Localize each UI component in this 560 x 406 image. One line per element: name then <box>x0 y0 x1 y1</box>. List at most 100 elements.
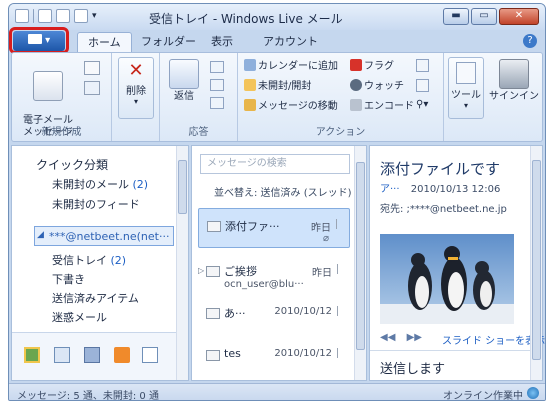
quick-views-header[interactable]: クイック分類 <box>36 156 108 173</box>
message-subject: tes <box>224 347 241 360</box>
flag-icon[interactable] <box>337 306 347 316</box>
junk-item[interactable]: 迷惑メール <box>52 309 107 325</box>
window-title: 受信トレイ - Windows Live メール <box>149 12 343 26</box>
unread-read-label: 未開封/開封 <box>258 81 312 92</box>
mail-module-icon[interactable] <box>24 347 40 363</box>
previous-icon[interactable]: ◀◀ <box>380 332 395 343</box>
move-message-button[interactable]: メッセージの移動 <box>244 99 338 114</box>
reply-qat-icon[interactable] <box>56 9 70 23</box>
reply-button[interactable]: 返信 <box>166 59 202 103</box>
sort-label[interactable]: 並べ替え: 送信済み (スレッド) <box>214 184 352 199</box>
contacts-module-icon[interactable] <box>84 347 100 363</box>
new-message-qat-icon[interactable] <box>38 9 52 23</box>
window-controls: ▬ ▭ ✕ <box>443 8 539 25</box>
envelope-icon <box>206 350 220 361</box>
tools-label: ツール <box>451 90 481 101</box>
document-icon[interactable] <box>416 79 429 92</box>
reading-scrollbar[interactable] <box>530 146 542 380</box>
unread-read-button[interactable]: 未開封/開封 <box>244 79 311 94</box>
ribbon-group-new-label: 新規作成 <box>41 127 82 138</box>
tab-view[interactable]: 表示 <box>201 32 243 52</box>
ribbon-group-tools: ツール ▾ サインイン <box>444 53 542 141</box>
status-online[interactable]: オンライン作業中 <box>443 387 523 400</box>
account-name: ***@netbeet.ne(net··· <box>49 230 170 243</box>
unread-feeds-item[interactable]: 未開封のフィード <box>52 196 140 212</box>
envelope-icon <box>206 308 220 319</box>
account-item[interactable]: ◢ ***@netbeet.ne(net··· <box>34 226 174 246</box>
flag-icon[interactable] <box>337 264 347 274</box>
status-message-count: メッセージ: 5 通、未開封: 0 通 <box>17 391 159 401</box>
reading-header-line: ア··· 2010/10/13 12:06 <box>380 180 500 195</box>
minimize-button[interactable]: ▬ <box>443 8 469 25</box>
search-input[interactable]: メッセージの検索 <box>200 154 350 174</box>
reading-subject: 添付ファイルです <box>380 160 501 178</box>
close-button[interactable]: ✕ <box>499 8 539 25</box>
calendar-module-icon[interactable] <box>54 347 70 363</box>
qat-dropdown-icon[interactable]: ▾ <box>92 9 100 23</box>
help-icon[interactable]: ? <box>523 34 537 48</box>
message-row[interactable]: ▷ ご挨拶 昨日 ocn_user@blu··· <box>198 254 350 294</box>
drafts-item[interactable]: 下書き <box>52 271 85 287</box>
find-icon[interactable]: ⚲▾ <box>416 99 436 112</box>
tab-home[interactable]: ホーム <box>77 32 132 52</box>
rss-feeds-icon[interactable] <box>114 347 130 363</box>
photo-email-icon[interactable] <box>84 61 100 75</box>
reply-all-icon[interactable] <box>210 61 224 73</box>
folder-pane: クイック分類 未開封のメール (2) 未開封のフィード ◢ ***@netbee… <box>11 145 189 381</box>
encoding-label: エンコード <box>364 101 414 112</box>
message-date: 2010/10/12 <box>274 348 332 359</box>
flag-icon[interactable] <box>336 219 346 229</box>
app-window: ▾ 受信トレイ - Windows Live メール ▬ ▭ ✕ ▾ ホーム フ… <box>8 3 546 401</box>
watch-button[interactable]: ウォッチ <box>350 79 404 94</box>
copy-icon[interactable] <box>416 59 429 72</box>
reading-to: 宛先: ;****@netbeet.ne.jp <box>380 204 507 215</box>
ribbon-group-reply-label: 応答 <box>188 127 209 138</box>
tools-button[interactable]: ツール ▾ <box>448 57 484 119</box>
delete-button[interactable]: ✕ 削除 ▾ <box>118 57 154 119</box>
folder-scrollbar[interactable] <box>176 146 188 380</box>
reading-date: 2010/10/13 12:06 <box>410 184 501 195</box>
envelope-icon <box>207 221 221 232</box>
folder-scroll-thumb[interactable] <box>178 160 187 214</box>
module-switcher <box>12 332 176 380</box>
message-row[interactable]: tes 2010/10/12 <box>198 338 350 378</box>
maximize-button[interactable]: ▭ <box>471 8 497 25</box>
newsgroups-icon[interactable] <box>142 347 158 363</box>
flag-button[interactable]: フラグ <box>350 59 394 74</box>
forward-icon[interactable] <box>210 79 224 91</box>
send-receive-qat-icon[interactable] <box>74 9 88 23</box>
unread-mail-item[interactable]: 未開封のメール (2) <box>52 176 148 192</box>
new-item-dropdown-icon[interactable] <box>84 81 100 95</box>
email-message-icon <box>33 71 63 101</box>
inbox-item[interactable]: 受信トレイ (2) <box>52 252 126 268</box>
message-date: 昨日 <box>311 223 331 234</box>
flag-label: フラグ <box>364 61 394 72</box>
reading-from[interactable]: ア··· <box>380 184 400 195</box>
add-to-calendar-button[interactable]: カレンダーに追加 <box>244 59 338 74</box>
next-icon[interactable]: ▶▶ <box>407 332 422 343</box>
delete-label: 削除 <box>126 86 146 97</box>
tab-accounts[interactable]: アカウント <box>253 32 328 52</box>
reply-label: 返信 <box>174 91 194 102</box>
flag-icon[interactable] <box>337 348 347 358</box>
watch-label: ウォッチ <box>364 81 404 92</box>
tab-folders[interactable]: フォルダー <box>131 32 206 52</box>
message-row[interactable]: 添付ファ··· 昨日 ⌀ <box>198 208 350 248</box>
message-row[interactable]: あ··· 2010/10/12 <box>198 296 350 336</box>
ribbon-group-actions: カレンダーに追加 未開封/開封 メッセージの移動 フラグ ウォッチ エンコード … <box>238 53 444 141</box>
penguins-photo[interactable] <box>380 234 514 324</box>
reply-icon <box>169 59 199 89</box>
instant-message-icon[interactable] <box>210 97 224 109</box>
expand-arrow-icon[interactable]: ▷ <box>198 266 204 275</box>
quick-access-toolbar: ▾ <box>15 9 100 23</box>
encoding-button[interactable]: エンコード <box>350 99 414 114</box>
sent-items-item[interactable]: 送信済みアイテム <box>52 290 139 306</box>
reading-scroll-thumb[interactable] <box>532 160 541 360</box>
message-list-scrollbar[interactable] <box>354 146 366 380</box>
signin-button[interactable]: サインイン <box>488 59 540 103</box>
message-sender: ocn_user@blu··· <box>224 279 304 290</box>
message-list-scroll-thumb[interactable] <box>356 162 365 350</box>
chevron-down-icon: ▾ <box>133 97 138 106</box>
reading-body: 送信します <box>380 362 446 377</box>
flag-icon <box>350 59 362 71</box>
